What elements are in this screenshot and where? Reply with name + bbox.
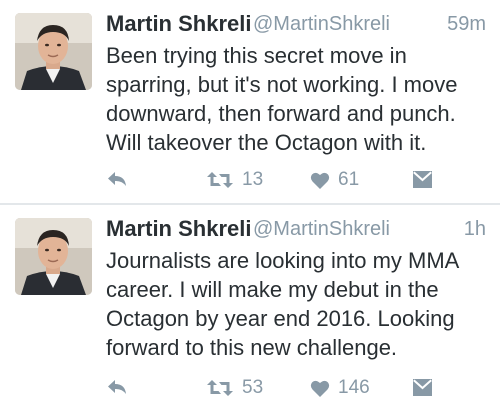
retweet-button[interactable]: 13 (206, 169, 263, 191)
tweet-feed: Martin Shkreli @MartinShkreli 59m Been t… (0, 0, 500, 411)
tweet[interactable]: Martin Shkreli @MartinShkreli 59m Been t… (0, 0, 500, 203)
reply-arrow-icon (108, 172, 126, 186)
retweet-icon (207, 380, 233, 396)
heart-icon (310, 380, 330, 397)
retweet-count: 53 (242, 377, 264, 398)
reply-arrow-icon (108, 380, 126, 394)
tweet-actions: 53 146 (0, 205, 500, 411)
tweet-actions: 13 61 (0, 0, 500, 203)
direct-message-button[interactable] (413, 379, 432, 396)
retweet-count: 13 (242, 169, 264, 190)
reply-button[interactable] (107, 378, 127, 396)
reply-button[interactable] (107, 170, 127, 188)
tweet[interactable]: Martin Shkreli @MartinShkreli 1h Journal… (0, 205, 500, 411)
retweet-icon (207, 172, 233, 188)
envelope-icon (413, 171, 432, 188)
heart-icon (310, 172, 330, 189)
envelope-icon (413, 379, 432, 396)
like-count: 146 (338, 377, 370, 398)
like-button[interactable]: 61 (310, 169, 359, 191)
like-count: 61 (338, 169, 360, 190)
retweet-button[interactable]: 53 (206, 377, 263, 399)
direct-message-button[interactable] (413, 171, 432, 188)
like-button[interactable]: 146 (310, 377, 370, 399)
